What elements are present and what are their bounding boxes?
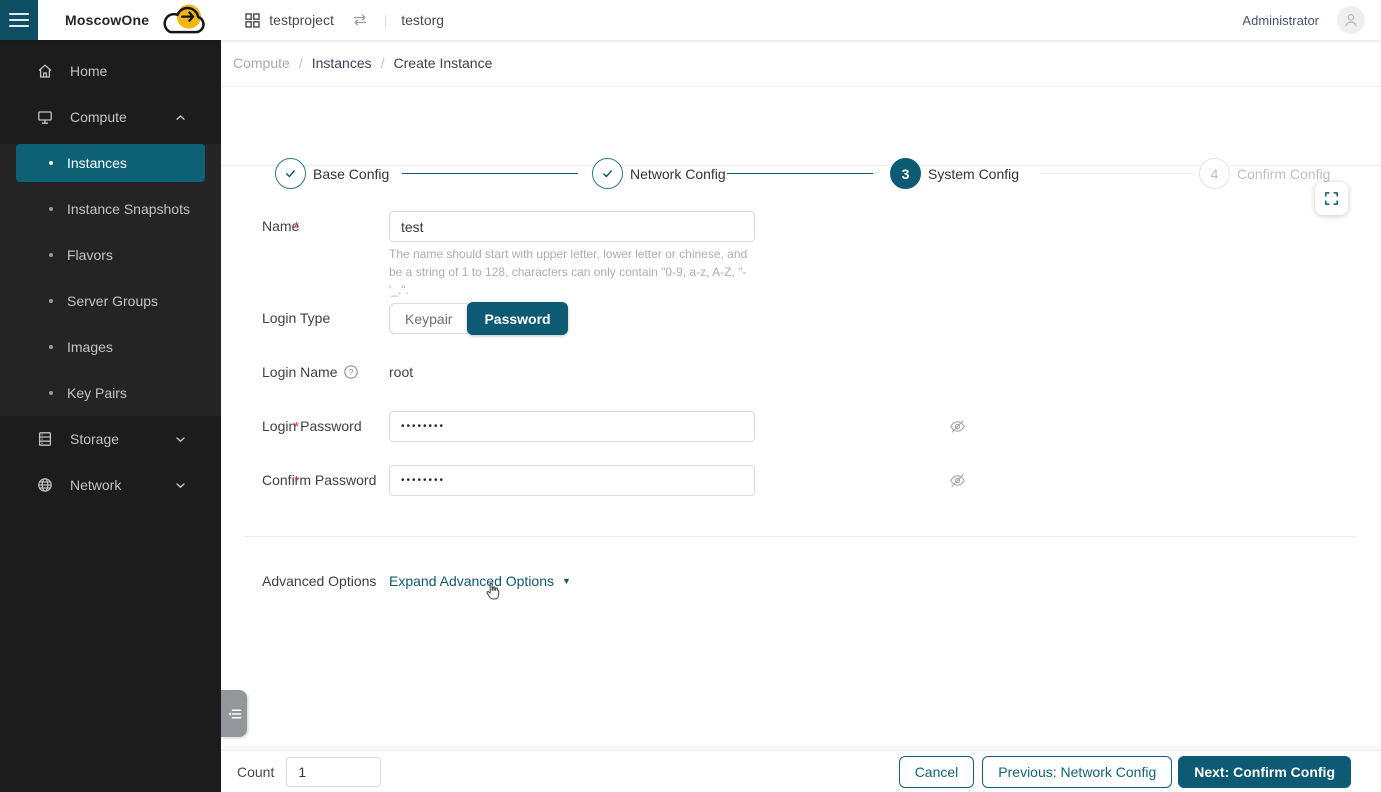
quota-drawer-handle[interactable] — [221, 690, 247, 737]
sidebar: Home Compute Instances Instance Snapshot… — [0, 40, 221, 792]
sidebar-item-label: Instance Snapshots — [67, 201, 190, 217]
breadcrumb-instances[interactable]: Instances — [312, 55, 372, 71]
breadcrumb-separator: / — [381, 55, 385, 71]
breadcrumb-compute: Compute — [233, 55, 290, 71]
globe-icon — [37, 477, 53, 493]
question-circle-icon[interactable]: ? — [344, 365, 358, 379]
caret-down-icon: ▼ — [562, 576, 571, 586]
sidebar-item-label: Instances — [67, 155, 127, 171]
section-divider — [245, 536, 1357, 537]
avatar[interactable] — [1337, 6, 1365, 34]
name-label: * Name — [262, 218, 299, 234]
breadcrumb-separator: / — [299, 55, 303, 71]
previous-step-button[interactable]: Previous: Network Config — [982, 756, 1172, 788]
topbar: MoscowOne testproject | testorg Administ… — [0, 0, 1381, 40]
swap-arrows-icon[interactable] — [352, 13, 368, 27]
monitor-icon — [37, 109, 53, 125]
person-icon — [1343, 12, 1359, 28]
login-type-option-password[interactable]: Password — [467, 302, 567, 335]
expand-advanced-options-link[interactable]: Expand Advanced Options ▼ — [389, 573, 571, 589]
sidebar-item-home[interactable]: Home — [0, 48, 221, 94]
system-config-form: * Name The name should start with upper … — [221, 166, 1381, 750]
count-label: Count — [237, 764, 274, 780]
sidebar-item-flavors[interactable]: Flavors — [0, 232, 221, 278]
svg-text:?: ? — [348, 367, 353, 377]
chevron-down-icon — [175, 434, 186, 445]
name-input[interactable] — [389, 211, 755, 242]
user-role-label[interactable]: Administrator — [1242, 13, 1319, 28]
footer-bar: Count Cancel Previous: Network Config Ne… — [221, 750, 1381, 792]
sidebar-item-label: Network — [70, 477, 121, 493]
sidebar-item-images[interactable]: Images — [0, 324, 221, 370]
login-password-label: * Login Password — [262, 418, 362, 434]
required-marker: * — [294, 219, 299, 234]
storage-icon — [37, 431, 53, 447]
login-name-value: root — [389, 364, 413, 380]
confirm-password-label: * Confirm Password — [262, 472, 376, 488]
sidebar-item-key-pairs[interactable]: Key Pairs — [0, 370, 221, 416]
next-step-button[interactable]: Next: Confirm Config — [1178, 756, 1351, 788]
breadcrumb: Compute / Instances / Create Instance — [221, 40, 1381, 87]
sidebar-item-label: Images — [67, 339, 113, 355]
stepper: Base Config Network Config 3 System Conf… — [221, 87, 1381, 166]
chevron-up-icon — [175, 112, 186, 123]
cancel-button[interactable]: Cancel — [899, 756, 975, 788]
eye-invisible-icon[interactable] — [949, 419, 966, 434]
home-icon — [37, 63, 53, 79]
sidebar-item-label: Key Pairs — [67, 385, 127, 401]
sidebar-item-compute[interactable]: Compute — [0, 94, 221, 140]
project-name: testproject — [269, 12, 334, 28]
count-input[interactable] — [286, 757, 381, 787]
chevron-down-icon — [175, 480, 186, 491]
brand-name: MoscowOne — [65, 12, 149, 28]
drawer-list-icon — [227, 707, 242, 721]
org-name[interactable]: testorg — [401, 12, 444, 28]
login-name-label: Login Name? — [262, 364, 358, 380]
expand-icon — [1323, 190, 1340, 207]
expand-advanced-options-text: Expand Advanced Options — [389, 573, 554, 589]
sidebar-item-instances[interactable]: Instances — [16, 144, 205, 182]
sidebar-item-label: Server Groups — [67, 293, 158, 309]
sidebar-item-network[interactable]: Network — [0, 462, 221, 508]
login-type-option-keypair[interactable]: Keypair — [389, 303, 468, 334]
topbar-divider: | — [384, 13, 387, 28]
confirm-password-input[interactable] — [389, 465, 755, 496]
fullscreen-button[interactable] — [1315, 182, 1348, 215]
login-type-label: Login Type — [262, 310, 330, 326]
menu-toggle-button[interactable] — [0, 0, 38, 40]
sidebar-item-server-groups[interactable]: Server Groups — [0, 278, 221, 324]
advanced-options-label: Advanced Options — [262, 573, 376, 589]
login-type-group: Keypair Password — [389, 302, 568, 335]
required-marker: * — [294, 419, 299, 434]
project-selector[interactable]: testproject — [245, 12, 334, 28]
sidebar-item-label: Compute — [70, 109, 127, 125]
eye-invisible-icon[interactable] — [949, 473, 966, 488]
sidebar-item-instance-snapshots[interactable]: Instance Snapshots — [0, 186, 221, 232]
required-marker: * — [294, 473, 299, 488]
name-help-text: The name should start with upper letter,… — [389, 245, 761, 299]
sidebar-item-label: Home — [70, 63, 107, 79]
sidebar-item-label: Flavors — [67, 247, 113, 263]
sidebar-item-label: Storage — [70, 431, 119, 447]
breadcrumb-create-instance: Create Instance — [394, 55, 493, 71]
brand-logo-icon — [157, 2, 215, 38]
appstore-grid-icon — [245, 13, 260, 28]
compute-submenu: Instances Instance Snapshots Flavors Ser… — [0, 144, 221, 416]
main-content: Compute / Instances / Create Instance Ba… — [221, 40, 1381, 792]
sidebar-item-storage[interactable]: Storage — [0, 416, 221, 462]
login-password-input[interactable] — [389, 411, 755, 442]
